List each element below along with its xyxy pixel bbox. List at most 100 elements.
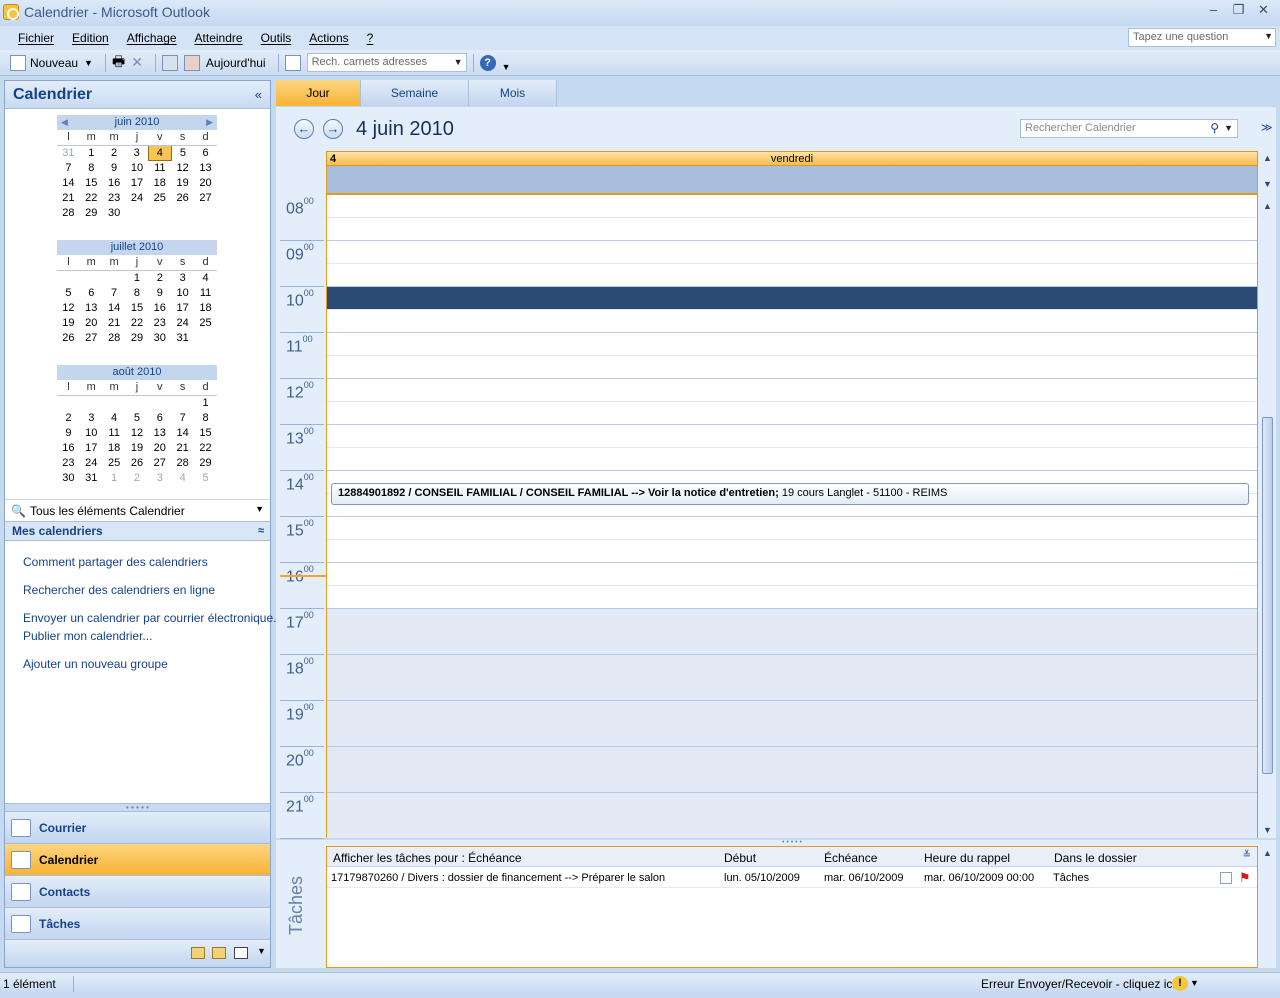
mini-calendar-day[interactable]: 1 xyxy=(194,395,217,410)
mini-calendar-day[interactable]: 19 xyxy=(171,175,194,190)
day-scrollbar[interactable]: ▲ ▼ ▲ ▼ xyxy=(1260,149,1276,838)
mini-calendar-day[interactable]: 6 xyxy=(194,145,217,160)
tab-month[interactable]: Mois xyxy=(469,80,557,106)
configure-buttons-icon[interactable]: ▼ xyxy=(257,946,271,958)
mini-calendar-day[interactable]: 5 xyxy=(194,470,217,485)
mini-calendar-day[interactable]: 27 xyxy=(80,330,103,345)
next-day-icon[interactable]: → xyxy=(323,119,343,139)
mini-calendar-day[interactable]: 4 xyxy=(147,144,172,161)
mini-calendar-day[interactable]: 25 xyxy=(103,455,126,470)
mini-calendar-day[interactable]: 29 xyxy=(126,330,149,345)
mini-calendar-day[interactable]: 31 xyxy=(80,470,103,485)
mini-calendar-day[interactable]: 22 xyxy=(80,190,103,205)
mini-calendar-day[interactable]: 18 xyxy=(194,300,217,315)
mini-calendar-day[interactable]: 24 xyxy=(126,190,149,205)
mini-calendar-day[interactable]: 2 xyxy=(57,410,80,425)
mini-calendar-day[interactable]: 21 xyxy=(57,190,80,205)
chevron-down-icon[interactable]: ▼ xyxy=(1224,123,1233,133)
navigation-splitter[interactable]: • • • • • xyxy=(5,803,270,812)
complete-checkbox[interactable] xyxy=(1220,872,1232,884)
menu-atteindre[interactable]: Atteindre xyxy=(195,31,243,45)
view-grid-icon[interactable] xyxy=(161,54,178,71)
warning-icon[interactable]: ! xyxy=(1172,976,1188,991)
previous-month-icon[interactable]: ◀ xyxy=(61,115,68,130)
mini-calendar-day[interactable]: 26 xyxy=(57,330,80,345)
mini-calendar-day[interactable]: 3 xyxy=(148,470,171,485)
mini-calendar-day[interactable]: 23 xyxy=(57,455,80,470)
nav-button-calendar[interactable]: Calendrier xyxy=(5,843,270,875)
mini-calendar-day[interactable]: 14 xyxy=(171,425,194,440)
chevron-down-icon[interactable]: ▼ xyxy=(84,58,93,68)
mini-calendar-day[interactable]: 2 xyxy=(148,270,171,285)
folder-list-icon[interactable] xyxy=(212,947,226,959)
tab-day[interactable]: Jour xyxy=(276,80,361,106)
nav-button-mail[interactable]: Courrier xyxy=(5,811,270,843)
calendar-filter-dropdown[interactable]: 🔍 Tous les éléments Calendrier ▼ xyxy=(5,499,270,521)
mini-calendar-day[interactable]: 15 xyxy=(80,175,103,190)
mini-calendar-day[interactable]: 7 xyxy=(57,160,80,175)
next-month-icon[interactable]: ▶ xyxy=(206,115,213,130)
mini-calendar-day[interactable]: 18 xyxy=(148,175,171,190)
mini-calendar-day[interactable]: 30 xyxy=(103,205,126,220)
mini-calendar-day[interactable]: 7 xyxy=(103,285,126,300)
mini-calendar-day[interactable]: 1 xyxy=(126,270,149,285)
column-header[interactable]: Début xyxy=(724,851,756,865)
shortcuts-icon[interactable] xyxy=(234,947,248,959)
help-icon[interactable]: ? xyxy=(479,54,496,71)
mini-calendar-day[interactable]: 25 xyxy=(148,190,171,205)
mini-calendar-day[interactable]: 12 xyxy=(171,160,194,175)
mini-calendar-day[interactable]: 10 xyxy=(171,285,194,300)
print-icon[interactable]: 🖶 xyxy=(112,51,125,75)
scroll-down-icon[interactable]: ▼ xyxy=(1263,825,1272,835)
mini-calendar-day[interactable]: 11 xyxy=(103,425,126,440)
chevron-down-icon[interactable]: ▼ xyxy=(255,504,264,514)
column-header[interactable]: Dans le dossier xyxy=(1054,851,1137,865)
ask-question-input[interactable]: Tapez une question ▼ xyxy=(1128,28,1276,47)
selected-time-slot[interactable] xyxy=(327,287,1257,309)
mini-calendar-day[interactable]: 17 xyxy=(80,440,103,455)
mini-calendar-day[interactable]: 27 xyxy=(194,190,217,205)
mini-calendar-day[interactable]: 25 xyxy=(194,315,217,330)
mini-calendar-day[interactable]: 8 xyxy=(126,285,149,300)
mini-calendar-day[interactable]: 28 xyxy=(103,330,126,345)
send-receive-error[interactable]: Erreur Envoyer/Recevoir - cliquez ici xyxy=(981,977,1175,991)
mini-calendar-day[interactable]: 14 xyxy=(57,175,80,190)
mini-calendar-day[interactable]: 19 xyxy=(126,440,149,455)
mini-calendar-day[interactable]: 23 xyxy=(103,190,126,205)
mini-calendar-day[interactable]: 15 xyxy=(194,425,217,440)
mini-calendar-day[interactable]: 11 xyxy=(148,160,171,175)
menu-fichier[interactable]: Fichier xyxy=(18,31,54,45)
mini-calendar-day[interactable]: 16 xyxy=(103,175,126,190)
mini-calendar-day[interactable]: 26 xyxy=(171,190,194,205)
mini-calendar-day[interactable]: 12 xyxy=(57,300,80,315)
mini-calendar-day[interactable]: 5 xyxy=(126,410,149,425)
mini-calendar-day[interactable]: 20 xyxy=(194,175,217,190)
scrollbar-thumb[interactable] xyxy=(1262,417,1273,774)
mini-calendar-day[interactable]: 29 xyxy=(80,205,103,220)
mini-calendar-day[interactable]: 4 xyxy=(194,270,217,285)
mini-calendar-day[interactable]: 28 xyxy=(57,205,80,220)
mini-calendar-day[interactable]: 14 xyxy=(103,300,126,315)
tab-week[interactable]: Semaine xyxy=(361,80,469,106)
mini-calendar-day[interactable]: 5 xyxy=(57,285,80,300)
mini-calendar-day[interactable]: 9 xyxy=(57,425,80,440)
previous-day-icon[interactable]: ← xyxy=(294,119,314,139)
mini-calendar-day[interactable]: 24 xyxy=(171,315,194,330)
mini-calendar-day[interactable]: 31 xyxy=(171,330,194,345)
mini-calendar-day[interactable]: 28 xyxy=(171,455,194,470)
mini-calendar-day[interactable]: 22 xyxy=(194,440,217,455)
appointment[interactable]: 12884901892 / CONSEIL FAMILIAL / CONSEIL… xyxy=(331,483,1249,505)
mini-calendar-day[interactable]: 26 xyxy=(126,455,149,470)
send-calendar-by-email-link[interactable]: Envoyer un calendrier par courrier élect… xyxy=(23,611,283,625)
mini-calendar-day[interactable]: 1 xyxy=(80,145,103,160)
menu-edition[interactable]: Edition xyxy=(72,31,109,45)
add-group-link[interactable]: Ajouter un nouveau groupe xyxy=(23,657,283,671)
mini-calendar-day[interactable]: 7 xyxy=(171,410,194,425)
today-button[interactable]: Aujourd'hui xyxy=(206,56,266,70)
mini-calendar-day[interactable]: 30 xyxy=(148,330,171,345)
mini-calendar-day[interactable]: 3 xyxy=(80,410,103,425)
calendar-search-input[interactable]: Rechercher Calendrier ⚲ ▼ xyxy=(1020,119,1238,138)
menu-affichage[interactable]: Affichage xyxy=(127,31,177,45)
mini-calendar-day[interactable]: 3 xyxy=(126,145,149,160)
mini-calendar-day[interactable]: 20 xyxy=(80,315,103,330)
